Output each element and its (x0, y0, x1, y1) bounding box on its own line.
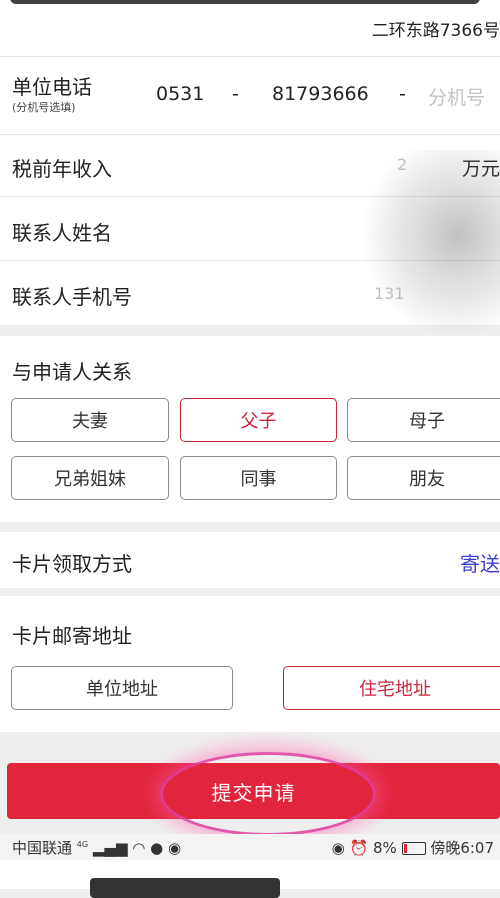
area-code-input[interactable]: 0531 (156, 83, 204, 105)
status-left: 中国联通 4G ▂▄▆ ◠ ● ◉ (12, 837, 181, 858)
network-type: 4G (76, 840, 89, 849)
dash-separator: - (232, 83, 239, 105)
relation-option-colleague[interactable]: 同事 (180, 456, 337, 500)
income-input[interactable]: 2 (397, 155, 407, 174)
chat-icon: ● (150, 839, 164, 857)
contact-phone-label: 联系人手机号 (12, 285, 132, 309)
top-strip: 二环东路7366号 (0, 0, 500, 56)
mail-option-home-address[interactable]: 住宅地址 (283, 666, 500, 710)
card-pickup-label: 卡片领取方式 (12, 552, 132, 576)
status-bar: 中国联通 4G ▂▄▆ ◠ ● ◉ ◉ ⏰ 8% 傍晚6:07 (0, 834, 500, 860)
header-overlay (10, 0, 480, 4)
wifi-icon: ◠ (132, 839, 146, 857)
dash-separator: - (399, 83, 406, 105)
mail-option-work-address[interactable]: 单位地址 (11, 666, 233, 710)
highlight-circle (160, 752, 376, 836)
card-pickup-row[interactable]: 卡片领取方式 寄送 (0, 532, 500, 588)
relation-option-siblings[interactable]: 兄弟姐妹 (11, 456, 169, 500)
signal-icon: ▂▄▆ (92, 839, 128, 857)
bottom-strip (0, 860, 500, 898)
work-phone-label: 单位电话 (12, 75, 92, 99)
income-label: 税前年收入 (12, 157, 112, 181)
home-address-value: 二环东路7366号 (371, 21, 500, 41)
contact-name-row: 联系人姓名 (0, 196, 500, 261)
contact-phone-row: 联系人手机号 131 (0, 260, 500, 325)
work-phone-row: 单位电话 (分机号选填) 0531 - 81793666 - 分机号 (0, 56, 500, 135)
relation-option-friend[interactable]: 朋友 (347, 456, 500, 500)
relation-section: 与申请人关系 夫妻 父子 母子 兄弟姐妹 同事 朋友 (0, 336, 500, 522)
status-right: ◉ ⏰ 8% 傍晚6:07 (332, 837, 494, 858)
card-pickup-value[interactable]: 寄送 (460, 548, 500, 577)
clock-time: 傍晚6:07 (430, 839, 494, 857)
carrier-name: 中国联通 (12, 839, 73, 857)
battery-icon (401, 842, 426, 855)
extension-input[interactable]: 分机号 (428, 83, 485, 110)
relation-option-father-son[interactable]: 父子 (180, 398, 337, 442)
work-phone-sublabel: (分机号选填) (12, 101, 76, 114)
income-row: 税前年收入 2 万元 (0, 134, 500, 197)
eye-icon: ◉ (331, 839, 345, 857)
phone-number-input[interactable]: 81793666 (272, 83, 369, 105)
battery-percent: 8% (372, 839, 397, 857)
mail-address-title: 卡片邮寄地址 (12, 624, 132, 648)
alarm-icon: ⏰ (349, 839, 369, 857)
relation-option-spouse[interactable]: 夫妻 (11, 398, 169, 442)
contact-phone-input[interactable]: 131 (374, 284, 405, 303)
contact-name-label: 联系人姓名 (12, 221, 112, 245)
relation-option-mother-son[interactable]: 母子 (347, 398, 500, 442)
relation-title: 与申请人关系 (12, 360, 132, 384)
bottom-overlay (90, 878, 280, 898)
mail-address-section: 卡片邮寄地址 单位地址 住宅地址 (0, 596, 500, 732)
income-unit: 万元 (462, 158, 500, 180)
app-icon: ◉ (168, 839, 182, 857)
